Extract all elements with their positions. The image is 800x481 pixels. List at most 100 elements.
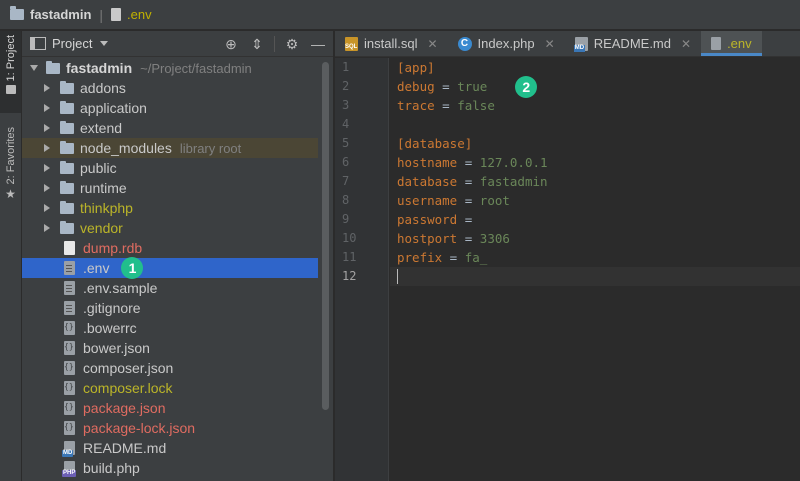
close-icon[interactable]: ✕: [681, 37, 691, 51]
editor-tab[interactable]: MD README.md ✕: [565, 31, 701, 56]
chevron-right-icon[interactable]: [44, 104, 50, 112]
tool-tab-favorites[interactable]: 2: Favorites ★: [0, 123, 21, 213]
tree-item[interactable]: addons: [22, 78, 318, 98]
tree-item[interactable]: MD README.md: [22, 438, 318, 458]
code-line[interactable]: debug = true 2: [390, 75, 800, 98]
json-file-icon: [64, 401, 75, 415]
line-number: 8: [342, 193, 350, 207]
tree-item[interactable]: package-lock.json: [22, 418, 318, 438]
tree-root[interactable]: fastadmin ~/Project/fastadmin: [22, 58, 318, 78]
breadcrumb-file[interactable]: .env: [111, 7, 152, 22]
chevron-right-icon[interactable]: [44, 84, 50, 92]
code-line[interactable]: password =: [390, 210, 800, 229]
chevron-right-icon[interactable]: [44, 184, 50, 192]
config-value: fastadmin: [479, 174, 548, 189]
text-file-icon: [64, 281, 75, 295]
code-line[interactable]: [app]: [390, 58, 800, 77]
minimize-icon[interactable]: —: [309, 35, 327, 53]
tree-item[interactable]: PHP build.php: [22, 458, 318, 478]
tree-item[interactable]: composer.lock: [22, 378, 318, 398]
config-value: true: [457, 79, 488, 94]
tree-item-label: package-lock.json: [83, 420, 196, 436]
breadcrumb-project[interactable]: fastadmin: [10, 6, 92, 22]
tree-item[interactable]: application: [22, 98, 318, 118]
tree-item-label: fastadmin: [66, 60, 133, 76]
tree-item-label: build.php: [83, 460, 140, 476]
json-file-icon: [64, 381, 75, 395]
editor-tab-label: README.md: [593, 36, 671, 51]
project-panel-header: Project ⊕ ⇕ ⚙ —: [22, 31, 333, 57]
tree-item-label: node_modules: [80, 140, 172, 156]
equals-sign: =: [457, 155, 480, 170]
collapse-all-icon[interactable]: ⇕: [248, 35, 266, 53]
breadcrumb-project-label: fastadmin: [30, 7, 92, 22]
chevron-down-icon[interactable]: [30, 65, 38, 71]
text-cursor: [397, 269, 398, 284]
locate-file-icon[interactable]: ⊕: [222, 35, 240, 53]
close-icon[interactable]: ✕: [427, 37, 437, 51]
config-key: hostport: [397, 231, 458, 246]
editor-tab[interactable]: C Index.php ✕: [448, 31, 565, 56]
tree-item[interactable]: bower.json: [22, 338, 318, 358]
tree-item[interactable]: extend: [22, 118, 318, 138]
tree-item[interactable]: public: [22, 158, 318, 178]
scrollbar-thumb[interactable]: [322, 62, 329, 410]
code-line[interactable]: username = root: [390, 191, 800, 210]
tree-item[interactable]: dump.rdb: [22, 238, 318, 258]
close-icon[interactable]: ✕: [545, 37, 555, 51]
chevron-right-icon[interactable]: [44, 204, 50, 212]
star-icon: ★: [5, 187, 16, 202]
tree-item-label: application: [80, 100, 147, 116]
code-line[interactable]: prefix = fa_: [390, 248, 800, 267]
code-line[interactable]: [database]: [390, 134, 800, 153]
code-line[interactable]: database = fastadmin: [390, 172, 800, 191]
config-key: trace: [397, 98, 435, 113]
tree-item[interactable]: vendor: [22, 218, 318, 238]
code-line[interactable]: [390, 115, 800, 134]
code-line[interactable]: trace = false: [390, 96, 800, 115]
tree-item[interactable]: composer.json: [22, 358, 318, 378]
tree-item[interactable]: thinkphp: [22, 198, 318, 218]
code-editor[interactable]: [app] debug = true 2 trace = false [database…: [390, 58, 800, 481]
code-line[interactable]: [390, 267, 800, 286]
tree-item[interactable]: runtime: [22, 178, 318, 198]
chevron-right-icon[interactable]: [44, 224, 50, 232]
config-value: 3306: [479, 231, 510, 246]
line-number: 4: [342, 117, 350, 131]
tool-tab-project[interactable]: 1: Project: [0, 31, 21, 113]
editor-tab[interactable]: SQL install.sql ✕: [335, 31, 448, 56]
sql-file-icon: SQL: [345, 36, 358, 51]
tree-item[interactable]: .env 1: [22, 257, 318, 279]
tree-item[interactable]: package.json: [22, 398, 318, 418]
editor-tabs: SQL install.sql ✕ C Index.php ✕ MD README.md ✕ .e…: [335, 31, 800, 57]
tree-item-label: vendor: [80, 220, 123, 236]
tree-item-label: .gitignore: [83, 300, 141, 316]
vertical-scrollbar[interactable]: [319, 58, 331, 478]
php-file-icon: PHP: [62, 461, 77, 477]
tree-item[interactable]: .gitignore: [22, 298, 318, 318]
line-number: 10: [342, 231, 357, 245]
gear-icon[interactable]: ⚙: [283, 35, 301, 53]
code-line[interactable]: hostname = 127.0.0.1: [390, 153, 800, 172]
config-key: username: [397, 193, 458, 208]
code-line[interactable]: hostport = 3306: [390, 229, 800, 248]
folder-icon: [10, 6, 24, 20]
chevron-down-icon[interactable]: [100, 41, 109, 46]
tree-item[interactable]: .env.sample: [22, 278, 318, 298]
chevron-right-icon[interactable]: [44, 164, 50, 172]
tree-item[interactable]: .bowerrc: [22, 318, 318, 338]
equals-sign: =: [457, 193, 480, 208]
tree-item[interactable]: node_modules library root: [22, 138, 318, 158]
file-icon: [111, 8, 122, 21]
editor-tab[interactable]: .env: [701, 31, 762, 56]
project-view-title[interactable]: Project: [52, 36, 92, 51]
folder-icon: [60, 140, 74, 154]
equals-sign: =: [457, 231, 480, 246]
chevron-right-icon[interactable]: [44, 144, 50, 152]
config-value: root: [479, 193, 510, 208]
chevron-right-icon[interactable]: [44, 124, 50, 132]
text-file-icon: [64, 301, 75, 315]
json-file-icon: [64, 421, 75, 435]
editor-area: SQL install.sql ✕ C Index.php ✕ MD README.md ✕ .e…: [335, 31, 800, 481]
folder-icon: [60, 160, 74, 174]
